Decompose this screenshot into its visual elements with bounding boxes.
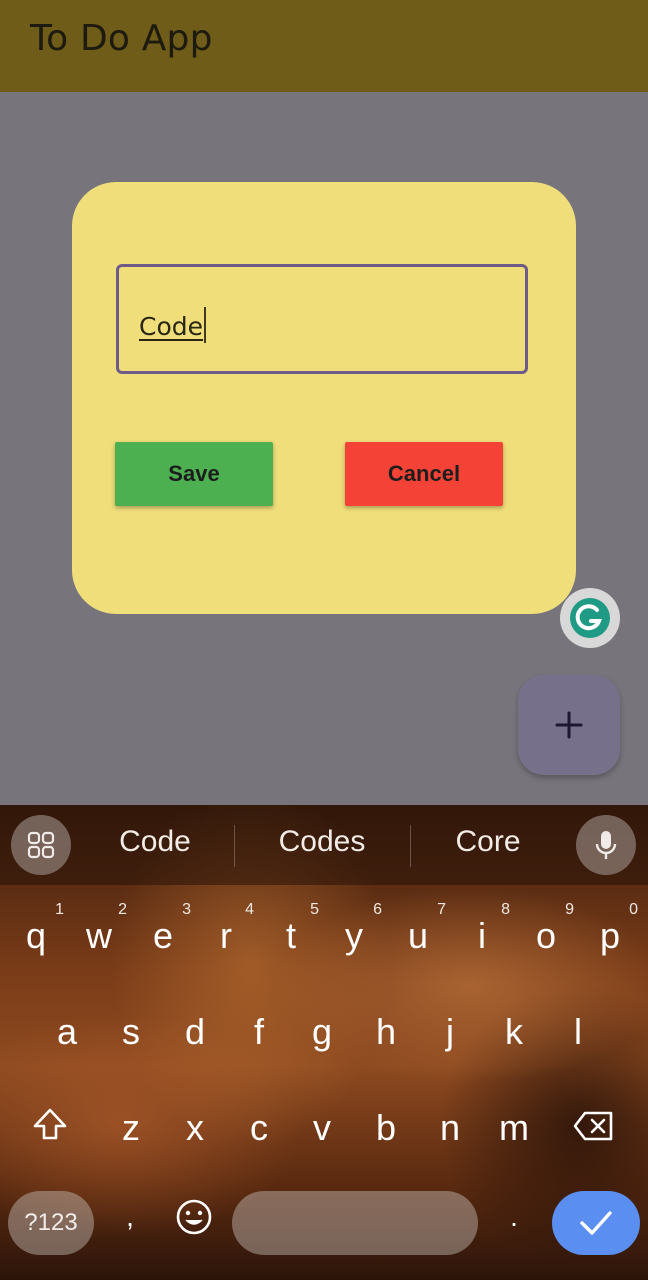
key-z[interactable]: z — [99, 1107, 163, 1149]
shift-icon — [33, 1108, 67, 1140]
key-t[interactable]: t5 — [259, 901, 323, 957]
add-task-dialog: Code Save Cancel — [72, 182, 576, 614]
grammarly-icon[interactable] — [560, 588, 620, 648]
period-key[interactable]: . — [482, 1201, 546, 1233]
microphone-icon[interactable] — [576, 815, 636, 875]
suggestion-2[interactable]: Codes — [242, 825, 402, 859]
key-b[interactable]: b — [354, 1107, 418, 1149]
emoji-icon — [176, 1199, 212, 1235]
symbols-key[interactable]: ?123 — [8, 1191, 94, 1255]
space-bar[interactable] — [232, 1191, 478, 1255]
key-e[interactable]: e3 — [131, 901, 195, 957]
key-n[interactable]: n — [418, 1107, 482, 1149]
task-input-value: Code — [139, 312, 204, 341]
key-f[interactable]: f — [227, 1011, 291, 1053]
enter-key[interactable] — [552, 1191, 640, 1255]
key-s[interactable]: s — [99, 1011, 163, 1053]
key-j[interactable]: j — [418, 1011, 482, 1053]
key-a[interactable]: a — [35, 1011, 99, 1053]
add-task-fab[interactable] — [518, 675, 620, 775]
key-q[interactable]: q1 — [4, 901, 68, 957]
key-k[interactable]: k — [482, 1011, 546, 1053]
checkmark-icon — [580, 1211, 612, 1235]
key-d[interactable]: d — [163, 1011, 227, 1053]
key-y[interactable]: y6 — [322, 901, 386, 957]
text-cursor — [204, 307, 207, 343]
task-input[interactable]: Code — [116, 264, 528, 374]
backspace-key[interactable] — [562, 1109, 626, 1153]
key-g[interactable]: g — [290, 1011, 354, 1053]
cancel-button[interactable]: Cancel — [345, 442, 503, 506]
key-o[interactable]: o9 — [514, 901, 578, 957]
key-h[interactable]: h — [354, 1011, 418, 1053]
key-x[interactable]: x — [163, 1107, 227, 1149]
suggestion-1[interactable]: Code — [75, 825, 235, 859]
key-l[interactable]: l — [546, 1011, 610, 1053]
save-button[interactable]: Save — [115, 442, 273, 506]
key-v[interactable]: v — [290, 1107, 354, 1149]
shift-key[interactable] — [18, 1107, 82, 1151]
key-p[interactable]: p0 — [578, 901, 642, 957]
app-title: To Do App — [30, 18, 213, 59]
emoji-key[interactable] — [162, 1197, 226, 1245]
key-i[interactable]: i8 — [450, 901, 514, 957]
key-m[interactable]: m — [482, 1107, 546, 1149]
suggestion-divider — [234, 825, 235, 867]
app-bar: To Do App — [0, 0, 648, 92]
key-r[interactable]: r4 — [194, 901, 258, 957]
apps-grid-icon[interactable] — [11, 815, 71, 875]
key-w[interactable]: w2 — [67, 901, 131, 957]
key-c[interactable]: c — [227, 1107, 291, 1149]
suggestion-3[interactable]: Core — [408, 825, 568, 859]
key-u[interactable]: u7 — [386, 901, 450, 957]
comma-key[interactable]: , — [98, 1201, 162, 1233]
plus-icon — [555, 711, 583, 739]
backspace-icon — [573, 1111, 613, 1141]
soft-keyboard: Code Codes Core q1 w2 e3 r4 t5 y6 u7 i8 … — [0, 805, 648, 1280]
